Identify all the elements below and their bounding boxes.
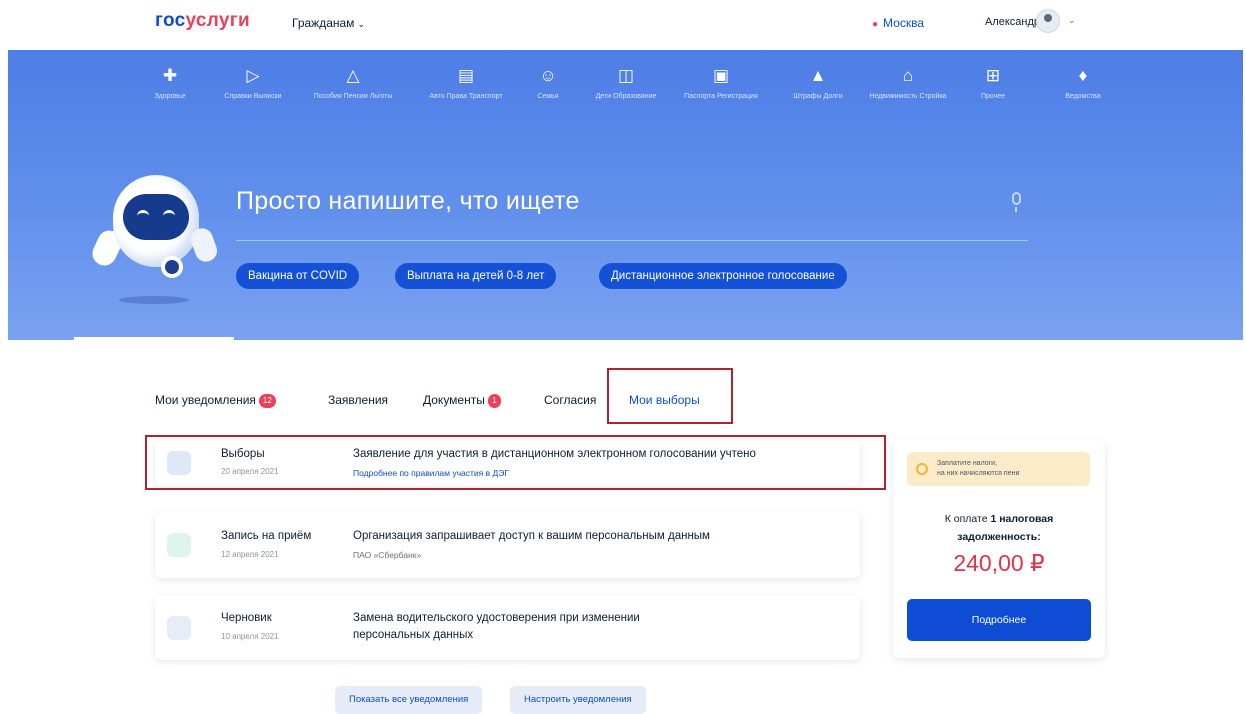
- category-label: Ведомства: [1065, 93, 1101, 100]
- tab-applications[interactable]: Заявления: [328, 393, 388, 407]
- show-all-notifications-button[interactable]: Показать все уведомления: [335, 686, 483, 714]
- location-selector[interactable]: ● Москва: [872, 16, 924, 30]
- category-label: Авто Права Транспорт: [429, 93, 503, 100]
- documents-count-badge: 1: [487, 394, 501, 408]
- details-button[interactable]: Подробнее: [907, 599, 1091, 641]
- clock-icon: [167, 616, 191, 640]
- logo-part-gos: гос: [155, 10, 186, 31]
- tab-documents-label: Документы: [423, 393, 485, 407]
- debt-description: К оплате 1 налоговая задолженность:: [893, 510, 1105, 546]
- location-label: Москва: [883, 16, 925, 30]
- category-auto[interactable]: ▤ Авто Права Транспорт: [426, 66, 506, 102]
- house-icon: ⌂: [902, 66, 914, 85]
- coin-icon: [916, 463, 928, 475]
- debt-text-bold: 1 налоговая: [990, 513, 1054, 525]
- citizens-label: Гражданам: [292, 16, 355, 30]
- category-label: Прочее: [980, 93, 1006, 100]
- search-chip-child-payment[interactable]: Выплата на детей 0-8 лет: [395, 263, 557, 289]
- emblem-icon: ♦: [1078, 66, 1088, 85]
- fines-icon: ▲: [809, 66, 827, 85]
- logo-part-uslugi: услуги: [185, 10, 250, 31]
- robot-face: [123, 194, 189, 240]
- category-label: Штрафы Долги: [793, 93, 843, 100]
- tab-consents[interactable]: Согласия: [544, 393, 596, 407]
- configure-notifications-button[interactable]: Настроить уведомления: [510, 686, 646, 714]
- notification-date: 12 апреля 2021: [221, 550, 279, 559]
- category-children[interactable]: ◫ Дети Образование: [586, 66, 666, 102]
- grid-icon: ⊞: [985, 66, 1001, 85]
- tab-documents[interactable]: Документы 1: [423, 393, 501, 408]
- notification-text-line2: персональных данных: [353, 629, 474, 641]
- user-menu-chevron-icon[interactable]: ⌄: [1068, 15, 1076, 26]
- top-header: госуслуги Гражданам ⌄ ● Москва Александр С…: [0, 0, 1246, 50]
- car-icon: ▤: [457, 66, 475, 85]
- banner-text-line1: Заплатите налоги,: [937, 460, 998, 467]
- category-label: Паспорта Регистрация: [684, 93, 758, 100]
- category-family[interactable]: ☺ Семья: [508, 66, 588, 102]
- hero-banner: ✚ Здоровье ▷ Справки Выписки △ Пособия Пенс…: [8, 50, 1243, 340]
- robot-eye-left: [137, 210, 149, 218]
- notification-card-draft[interactable]: Черновик 10 апреля 2021 Замена водительс…: [155, 596, 860, 660]
- book-icon: ◫: [617, 66, 635, 85]
- search-chip-covid[interactable]: Вакцина от COVID: [236, 263, 360, 289]
- avatar[interactable]: [1036, 9, 1060, 33]
- passport-icon: ▣: [712, 66, 730, 85]
- category-health[interactable]: ✚ Здоровье: [130, 66, 210, 102]
- category-label: Семья: [537, 93, 559, 100]
- microphone-icon[interactable]: [1009, 192, 1023, 214]
- notification-organization: ПАО «Сбербанк»: [353, 550, 422, 560]
- category-other[interactable]: ⊞ Прочее: [953, 66, 1033, 102]
- category-fines[interactable]: ▲ Штрафы Долги: [778, 66, 858, 102]
- notification-title: Черновик: [221, 612, 272, 624]
- gosuslugi-logo[interactable]: госуслуги: [155, 10, 250, 32]
- folder-icon: ▷: [246, 66, 260, 85]
- search-chip-e-voting[interactable]: Дистанционное электронное голосование: [599, 263, 847, 289]
- benefits-icon: △: [346, 66, 360, 85]
- category-benefits[interactable]: △ Пособия Пенсии Льготы: [313, 66, 393, 102]
- tab-notifications-label: Мои уведомления: [155, 393, 256, 407]
- category-label: Недвижимость Стройка: [869, 93, 947, 100]
- robot-assistant-image: [88, 170, 223, 310]
- notifications-count-badge: 12: [258, 394, 276, 408]
- tax-debt-widget: Заплатите налоги, на них начисляются пен…: [893, 440, 1105, 658]
- category-label: Справки Выписки: [224, 93, 282, 100]
- tax-warning-banner: Заплатите налоги, на них начисляются пен…: [907, 452, 1090, 486]
- mic-head: [1012, 192, 1021, 205]
- search-underline: [236, 240, 1028, 241]
- health-icon: ✚: [162, 66, 178, 85]
- appointment-icon: [167, 533, 191, 557]
- banner-text-line2: на них начисляются пени: [937, 470, 1020, 477]
- chevron-down-icon: ⌄: [357, 19, 365, 29]
- robot-arm-right: [187, 225, 221, 265]
- debt-amount: 240,00 ₽: [953, 550, 1045, 576]
- robot-chest-light: [161, 256, 183, 278]
- notification-title: Запись на приём: [221, 530, 312, 542]
- highlight-elections-card: [145, 435, 886, 490]
- category-certificates[interactable]: ▷ Справки Выписки: [213, 66, 293, 102]
- category-realty[interactable]: ⌂ Недвижимость Стройка: [868, 66, 948, 102]
- debt-text-pre: К оплате: [944, 513, 991, 525]
- highlight-elections-tab: [607, 368, 733, 424]
- notification-text-line1: Замена водительского удостоверения при и…: [353, 612, 640, 624]
- family-icon: ☺: [539, 66, 557, 85]
- mic-stand: [1015, 207, 1017, 212]
- tab-notifications[interactable]: Мои уведомления 12: [155, 393, 276, 408]
- category-label: Дети Образование: [595, 93, 657, 100]
- search-prompt[interactable]: Просто напишите, что ищете: [236, 187, 580, 216]
- robot-shadow: [119, 296, 189, 304]
- robot-eye-right: [163, 210, 175, 218]
- notification-card-appointment[interactable]: Запись на приём 12 апреля 2021 Организац…: [155, 512, 860, 578]
- notification-text: Организация запрашивает доступ к вашим п…: [353, 530, 710, 542]
- category-label: Здоровье: [154, 93, 186, 100]
- hero-divider: [74, 337, 234, 340]
- category-agencies[interactable]: ♦ Ведомства: [1043, 66, 1123, 102]
- citizens-dropdown[interactable]: Гражданам ⌄: [292, 16, 365, 30]
- category-passports[interactable]: ▣ Паспорта Регистрация: [681, 66, 761, 102]
- location-pin-icon: ●: [872, 19, 879, 30]
- notification-date: 10 апреля 2021: [221, 632, 279, 641]
- category-label: Пособия Пенсии Льготы: [313, 93, 393, 100]
- debt-text-line2: задолженность:: [957, 531, 1041, 543]
